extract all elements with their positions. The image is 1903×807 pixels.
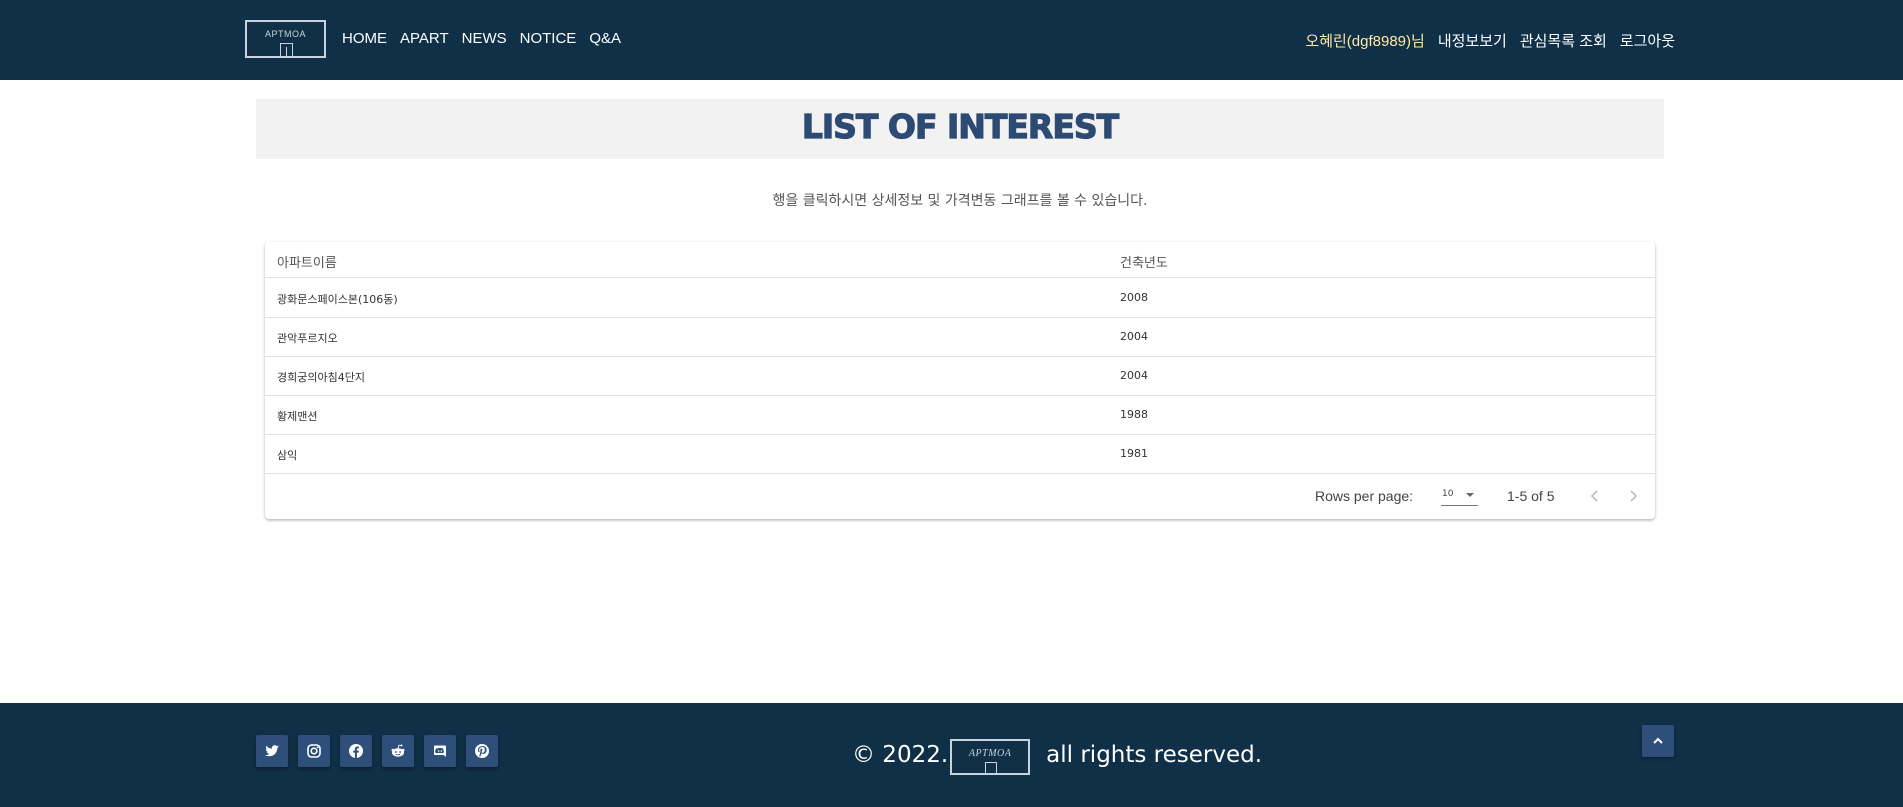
table-row[interactable]: 경희궁의아침4단지 2004 — [265, 357, 1655, 396]
chevron-up-icon — [1653, 737, 1663, 744]
pinterest-icon — [475, 744, 489, 758]
table-row[interactable]: 관악푸르지오 2004 — [265, 318, 1655, 357]
discord-icon — [434, 745, 446, 757]
table-header: 아파트이름 건축년도 — [265, 242, 1655, 278]
caret-down-icon — [1466, 493, 1474, 497]
column-header-build-year[interactable]: 건축년도 — [1120, 252, 1168, 271]
interest-list-link[interactable]: 관심목록 조회 — [1520, 30, 1607, 51]
facebook-icon — [349, 744, 363, 758]
table-row[interactable]: 광화문스페이스본(106동) 2008 — [265, 279, 1655, 318]
logout-link[interactable]: 로그아웃 — [1620, 30, 1675, 51]
cell-build-year: 1988 — [1120, 408, 1148, 421]
rows-per-page-label: Rows per page: — [1315, 488, 1414, 504]
page-range-text: 1-5 of 5 — [1507, 488, 1555, 504]
chevron-left-icon — [1590, 490, 1598, 502]
nav-notice-link[interactable]: NOTICE — [520, 30, 577, 47]
cell-build-year: 2004 — [1120, 330, 1148, 343]
pinterest-button[interactable] — [466, 735, 498, 767]
reddit-icon — [391, 744, 405, 757]
copyright-year: © 2022. — [852, 742, 949, 768]
twitter-icon — [265, 745, 279, 757]
cell-apartment-name: 황제맨션 — [277, 410, 318, 423]
cell-build-year: 2004 — [1120, 369, 1148, 382]
instagram-button[interactable] — [298, 735, 330, 767]
discord-button[interactable] — [424, 735, 456, 767]
page-title: LIST OF INTEREST — [801, 106, 1120, 146]
copyright-text: all rights reserved. — [1046, 742, 1263, 768]
cell-apartment-name: 삼익 — [277, 449, 298, 462]
copyright: © 2022. APTMOA all rights reserved. — [852, 735, 1262, 775]
column-header-apartment-name[interactable]: 아파트이름 — [277, 252, 337, 271]
twitter-button[interactable] — [256, 735, 288, 767]
interest-table: 아파트이름 건축년도 광화문스페이스본(106동) 2008 관악푸르지오 20… — [265, 242, 1655, 519]
rows-per-page-value: 10 — [1442, 489, 1454, 499]
table-pagination: Rows per page: 10 1-5 of 5 — [265, 474, 1655, 519]
instagram-icon — [307, 744, 321, 758]
facebook-button[interactable] — [340, 735, 372, 767]
nav-apart-link[interactable]: APART — [400, 30, 449, 47]
nav-news-link[interactable]: NEWS — [462, 30, 507, 47]
previous-page-button[interactable] — [1585, 486, 1605, 506]
page-banner: LIST OF INTEREST — [256, 99, 1664, 159]
building-icon — [280, 43, 293, 58]
cell-build-year: 1981 — [1120, 447, 1148, 460]
building-icon — [985, 762, 998, 775]
nav-qna-link[interactable]: Q&A — [589, 30, 621, 47]
user-menu: 오혜린(dgf8989)님 내정보보기 관심목록 조회 로그아웃 — [1305, 30, 1675, 51]
footer-logo: APTMOA — [950, 739, 1031, 775]
reddit-button[interactable] — [382, 735, 414, 767]
chevron-right-icon — [1630, 490, 1638, 502]
main-nav: HOME APART NEWS NOTICE Q&A — [342, 30, 621, 47]
table-row[interactable]: 삼익 1981 — [265, 435, 1655, 474]
user-greeting: 오혜린(dgf8989)님 — [1305, 33, 1425, 50]
logo-text: APTMOA — [264, 29, 306, 39]
cell-build-year: 2008 — [1120, 291, 1148, 304]
rows-per-page-select[interactable]: 10 — [1441, 486, 1478, 506]
cell-apartment-name: 광화문스페이스본(106동) — [277, 293, 398, 306]
scroll-to-top-button[interactable] — [1642, 725, 1674, 757]
my-info-link[interactable]: 내정보보기 — [1438, 30, 1507, 51]
social-links — [256, 735, 498, 767]
table-body: 광화문스페이스본(106동) 2008 관악푸르지오 2004 경희궁의아침4단… — [265, 279, 1655, 474]
instruction-text: 행을 클릭하시면 상세정보 및 가격변동 그래프를 볼 수 있습니다. — [772, 193, 1148, 209]
cell-apartment-name: 경희궁의아침4단지 — [277, 371, 365, 384]
footer-logo-text: APTMOA — [968, 748, 1012, 759]
site-footer: © 2022. APTMOA all rights reserved. — [0, 703, 1903, 807]
logo[interactable]: APTMOA — [245, 20, 326, 58]
nav-home-link[interactable]: HOME — [342, 30, 387, 47]
table-row[interactable]: 황제맨션 1988 — [265, 396, 1655, 435]
top-navbar: APTMOA HOME APART NEWS NOTICE Q&A 오혜린(dg… — [0, 0, 1903, 80]
next-page-button[interactable] — [1623, 486, 1643, 506]
cell-apartment-name: 관악푸르지오 — [277, 332, 338, 345]
